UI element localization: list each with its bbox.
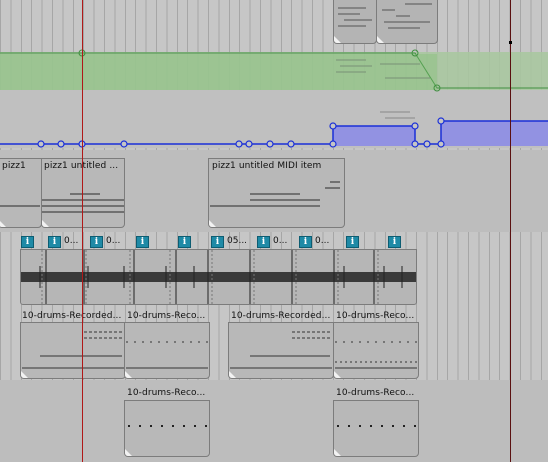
edit-cursor[interactable] <box>82 0 83 462</box>
cursor-marker <box>509 41 512 44</box>
play-cursor[interactable] <box>510 0 511 462</box>
arrange-view[interactable]: pizz1 pizz1 untitled ... pizz1 untitled … <box>0 0 548 462</box>
